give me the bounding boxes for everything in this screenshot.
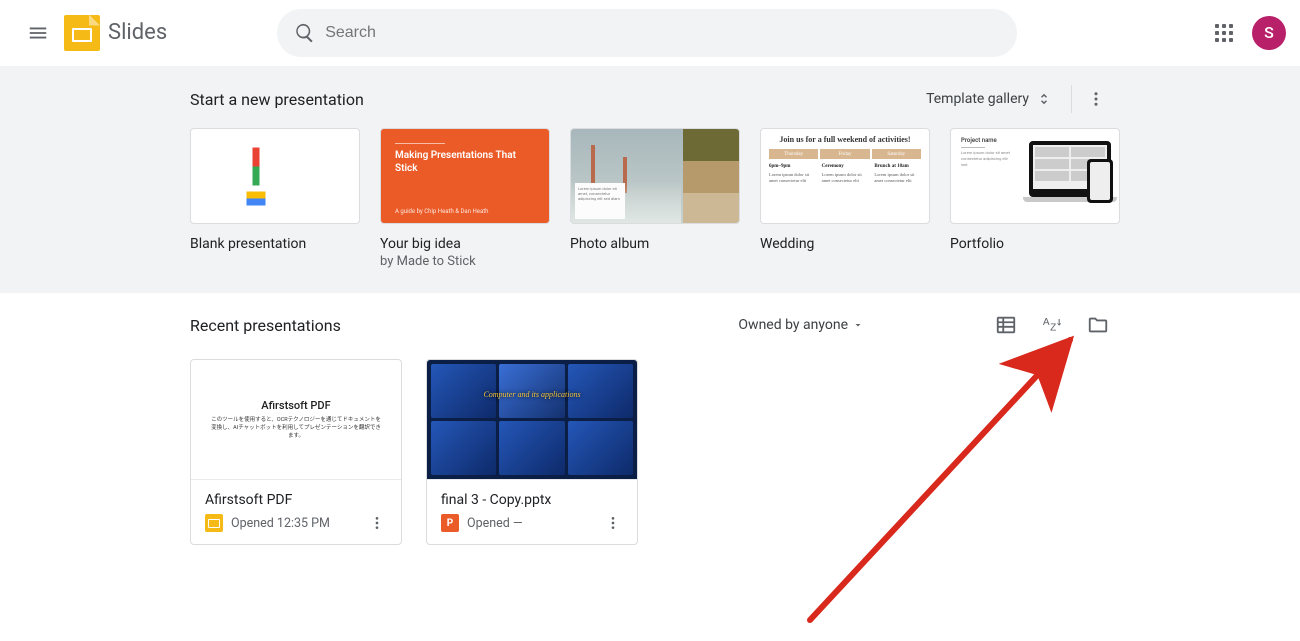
account-avatar[interactable]: S	[1252, 16, 1286, 50]
thumb-heading: Making Presentations That Stick	[395, 150, 535, 175]
template-title: Portfolio	[950, 236, 1120, 252]
template-thumb-big-idea: Making Presentations That Stick A guide …	[380, 128, 550, 224]
app-title: Slides	[108, 20, 167, 45]
plus-icon	[256, 157, 294, 195]
doc-thumbnail: Afirstsoft PDF このツールを使用すると、OCRテクノロジーを通じて…	[191, 360, 401, 480]
google-apps-button[interactable]	[1204, 13, 1244, 53]
search-icon	[285, 13, 325, 53]
template-section-title: Start a new presentation	[190, 90, 918, 109]
template-title: Blank presentation	[190, 236, 360, 252]
list-view-icon	[995, 314, 1017, 336]
template-gallery-section: Start a new presentation Template galler…	[0, 66, 1300, 293]
thumb-footer: A guide by Chip Heath & Dan Heath	[395, 208, 488, 215]
svg-text:A: A	[1043, 317, 1050, 328]
app-header: Slides S	[0, 0, 1300, 66]
thumb-tab: Friday	[820, 149, 869, 159]
doc-opened-time: Opened —	[467, 516, 595, 531]
recent-cards-row: Afirstsoft PDF このツールを使用すると、OCRテクノロジーを通じて…	[190, 359, 1110, 545]
doc-thumbnail: Computer and its applications	[427, 360, 637, 480]
file-picker-icon	[1087, 314, 1109, 336]
more-vert-icon	[369, 515, 385, 531]
file-picker-button[interactable]	[1086, 313, 1110, 337]
recent-section: Recent presentations Owned by anyone AZ	[0, 293, 1300, 585]
doc-card[interactable]: Computer and its applications final 3 - …	[426, 359, 638, 545]
template-row: Blank presentation Making Presentations …	[190, 128, 1110, 269]
template-more-button[interactable]	[1082, 85, 1110, 113]
slides-logo-icon	[64, 15, 100, 51]
app-logo[interactable]: Slides	[64, 15, 167, 51]
template-thumb-blank	[190, 128, 360, 224]
recent-section-title: Recent presentations	[190, 316, 738, 335]
list-view-button[interactable]	[994, 313, 1018, 337]
hamburger-icon	[27, 22, 49, 44]
unfold-more-icon	[1035, 90, 1053, 108]
template-portfolio[interactable]: Project name Lorem ipsum dolor sit amet …	[950, 128, 1120, 269]
template-thumb-wedding: Join us for a full weekend of activities…	[760, 128, 930, 224]
template-subtitle: by Made to Stick	[380, 254, 550, 269]
thumb-heading: Join us for a full weekend of activities…	[769, 135, 921, 144]
template-big-idea[interactable]: Making Presentations That Stick A guide …	[380, 128, 550, 269]
thumb-tab: Saturday	[872, 149, 921, 159]
ownership-filter-label: Owned by anyone	[738, 317, 848, 333]
doc-title: final 3 - Copy.pptx	[441, 492, 623, 508]
doc-info: final 3 - Copy.pptx P Opened —	[427, 480, 637, 544]
template-title: Wedding	[760, 236, 930, 252]
thumb-col-head: Brunch at 10am	[874, 163, 921, 170]
sort-button[interactable]: AZ	[1040, 313, 1064, 337]
thumb-tab: Thursday	[769, 149, 818, 159]
more-vert-icon	[1087, 90, 1105, 108]
svg-text:Z: Z	[1050, 323, 1056, 334]
doc-thumb-subtitle: このツールを使用すると、OCRテクノロジーを通じてドキュメントを変換し、AIチャ…	[191, 416, 401, 441]
pptx-file-icon: P	[441, 514, 459, 532]
template-title: Photo album	[570, 236, 740, 252]
ownership-filter[interactable]: Owned by anyone	[738, 317, 864, 333]
recent-header: Recent presentations Owned by anyone AZ	[190, 313, 1110, 337]
search-input[interactable]	[325, 24, 1009, 42]
search-bar[interactable]	[277, 9, 1017, 57]
recent-tools: AZ	[994, 313, 1110, 337]
apps-grid-icon	[1215, 24, 1233, 42]
template-wedding[interactable]: Join us for a full weekend of activities…	[760, 128, 930, 269]
more-vert-icon	[605, 515, 621, 531]
doc-card[interactable]: Afirstsoft PDF このツールを使用すると、OCRテクノロジーを通じて…	[190, 359, 402, 545]
template-gallery-header: Start a new presentation Template galler…	[190, 84, 1110, 114]
slides-file-icon	[205, 514, 223, 532]
template-gallery-toggle[interactable]: Template gallery	[918, 84, 1061, 114]
doc-more-button[interactable]	[603, 515, 623, 531]
dropdown-icon	[852, 319, 864, 331]
template-blank[interactable]: Blank presentation	[190, 128, 360, 269]
thumb-col-head: Ceremony	[822, 163, 869, 170]
doc-thumb-caption: Computer and its applications	[427, 390, 637, 399]
template-photo-album[interactable]: Lorem ipsum dolor sit amet, consectetur …	[570, 128, 740, 269]
doc-opened-time: Opened 12:35 PM	[231, 516, 359, 531]
template-gallery-label: Template gallery	[926, 91, 1029, 107]
doc-info: Afirstsoft PDF Opened 12:35 PM	[191, 480, 401, 544]
template-title: Your big idea	[380, 236, 550, 252]
template-thumb-portfolio: Project name Lorem ipsum dolor sit amet …	[950, 128, 1120, 224]
doc-thumb-title: Afirstsoft PDF	[261, 399, 330, 412]
main-menu-button[interactable]	[14, 9, 62, 57]
doc-more-button[interactable]	[367, 515, 387, 531]
sort-az-icon: AZ	[1041, 314, 1063, 336]
doc-title: Afirstsoft PDF	[205, 492, 387, 508]
thumb-col-head: 6pm–9pm	[769, 163, 816, 170]
template-thumb-photo-album: Lorem ipsum dolor sit amet, consectetur …	[570, 128, 740, 224]
divider	[1071, 85, 1072, 113]
